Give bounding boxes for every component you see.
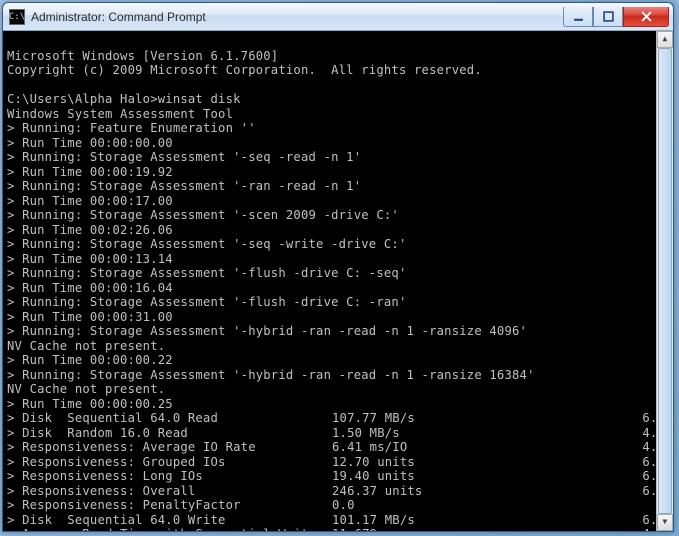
result-label: > Responsiveness: Grouped IOs <box>7 455 332 470</box>
scroll-down-button[interactable]: ▼ <box>657 514 673 531</box>
result-score: 4.1 <box>454 527 669 531</box>
minimize-button[interactable] <box>563 7 593 27</box>
minimize-icon <box>573 11 584 22</box>
result-score: 4.8 <box>454 440 669 455</box>
result-value: 6.41 ms/IO <box>332 440 454 455</box>
scroll-track[interactable] <box>657 48 673 514</box>
result-value: 101.17 MB/s <box>332 513 454 528</box>
result-score <box>454 498 669 513</box>
result-label: > Disk Sequential 64.0 Write <box>7 513 332 528</box>
result-row: > Disk Sequential 64.0 Read107.77 MB/s6.… <box>7 411 669 426</box>
result-label: > Responsiveness: Average IO Rate <box>7 440 332 455</box>
result-row: > Responsiveness: Average IO Rate6.41 ms… <box>7 440 669 455</box>
result-row: > Average Read Time with Sequential Writ… <box>7 527 669 531</box>
result-row: > Responsiveness: Overall246.37 units6.2 <box>7 484 669 499</box>
run-output: > Running: Feature Enumeration '' > Run … <box>7 121 669 411</box>
result-score: 6.6 <box>454 513 669 528</box>
result-score: 6.4 <box>454 469 669 484</box>
close-button[interactable] <box>623 7 669 27</box>
result-row: > Disk Random 16.0 Read1.50 MB/s4.0 <box>7 426 669 441</box>
result-label: > Disk Sequential 64.0 Read <box>7 411 332 426</box>
console-area[interactable]: Microsoft Windows [Version 6.1.7600] Cop… <box>3 31 673 531</box>
result-row: > Responsiveness: Grouped IOs12.70 units… <box>7 455 669 470</box>
result-label: > Responsiveness: Long IOs <box>7 469 332 484</box>
scroll-thumb[interactable] <box>658 48 672 514</box>
result-score: 6.2 <box>454 484 669 499</box>
maximize-icon <box>603 11 614 22</box>
result-row: > Responsiveness: Long IOs19.40 units6.4 <box>7 469 669 484</box>
maximize-button[interactable] <box>593 7 623 27</box>
console-line: Copyright (c) 2009 Microsoft Corporation… <box>7 63 482 77</box>
result-value: 11.679 ms <box>332 527 454 531</box>
result-value: 1.50 MB/s <box>332 426 454 441</box>
result-value: 107.77 MB/s <box>332 411 454 426</box>
command-text: winsat disk <box>158 92 241 106</box>
result-label: > Responsiveness: Overall <box>7 484 332 499</box>
result-value: 246.37 units <box>332 484 454 499</box>
console-line: Microsoft Windows [Version 6.1.7600] <box>7 49 278 63</box>
result-row: > Responsiveness: PenaltyFactor0.0 <box>7 498 669 513</box>
result-row: > Disk Sequential 64.0 Write101.17 MB/s6… <box>7 513 669 528</box>
scroll-up-button[interactable]: ▲ <box>657 31 673 48</box>
prompt: C:\Users\Alpha Halo> <box>7 92 158 106</box>
vertical-scrollbar[interactable]: ▲ ▼ <box>656 31 673 531</box>
result-value: 12.70 units <box>332 455 454 470</box>
window-title: Administrator: Command Prompt <box>31 10 563 24</box>
close-icon <box>641 11 652 22</box>
command-prompt-window: C:\ Administrator: Command Prompt Micros… <box>2 2 674 532</box>
result-score: 6.7 <box>454 411 669 426</box>
result-value: 19.40 units <box>332 469 454 484</box>
result-label: > Disk Random 16.0 Read <box>7 426 332 441</box>
titlebar[interactable]: C:\ Administrator: Command Prompt <box>3 3 673 31</box>
results-table: > Disk Sequential 64.0 Read107.77 MB/s6.… <box>7 411 669 531</box>
result-label: > Average Read Time with Sequential Writ… <box>7 527 332 531</box>
result-score: 6.6 <box>454 455 669 470</box>
app-icon: C:\ <box>9 9 25 25</box>
result-value: 0.0 <box>332 498 454 513</box>
result-label: > Responsiveness: PenaltyFactor <box>7 498 332 513</box>
tool-title: Windows System Assessment Tool <box>7 107 233 121</box>
result-score: 4.0 <box>454 426 669 441</box>
window-controls <box>563 7 669 27</box>
